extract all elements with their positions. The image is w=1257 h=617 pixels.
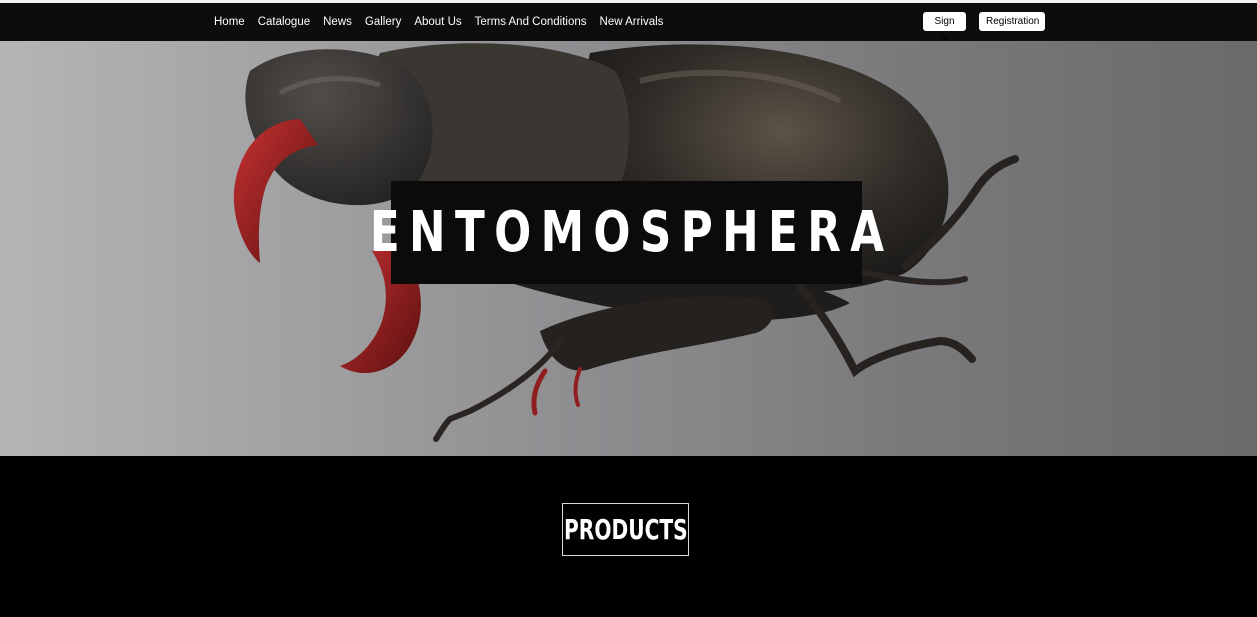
hero-banner: ENTOMOSPHERA — [0, 41, 1257, 456]
registration-button[interactable]: Registration — [979, 12, 1045, 31]
top-navigation-bar: Home Catalogue News Gallery About Us Ter… — [0, 3, 1257, 46]
nav-links: Home Catalogue News Gallery About Us Ter… — [214, 3, 663, 41]
products-title-box: PRODUCTS — [562, 503, 689, 556]
products-section: PRODUCTS — [0, 456, 1257, 617]
nav-link-catalogue[interactable]: Catalogue — [258, 16, 310, 28]
nav-link-gallery[interactable]: Gallery — [365, 16, 401, 28]
nav-link-new-arrivals[interactable]: New Arrivals — [600, 16, 664, 28]
nav-link-terms-and-conditions[interactable]: Terms And Conditions — [475, 16, 587, 28]
sign-in-button[interactable]: Sign In — [923, 12, 966, 46]
hero-title-box: ENTOMOSPHERA — [370, 181, 884, 284]
products-title: PRODUCTS — [563, 513, 688, 546]
nav-link-news[interactable]: News — [323, 16, 352, 28]
nav-link-home[interactable]: Home — [214, 16, 245, 28]
hero-title: ENTOMOSPHERA — [369, 200, 894, 265]
nav-link-about-us[interactable]: About Us — [414, 16, 461, 28]
